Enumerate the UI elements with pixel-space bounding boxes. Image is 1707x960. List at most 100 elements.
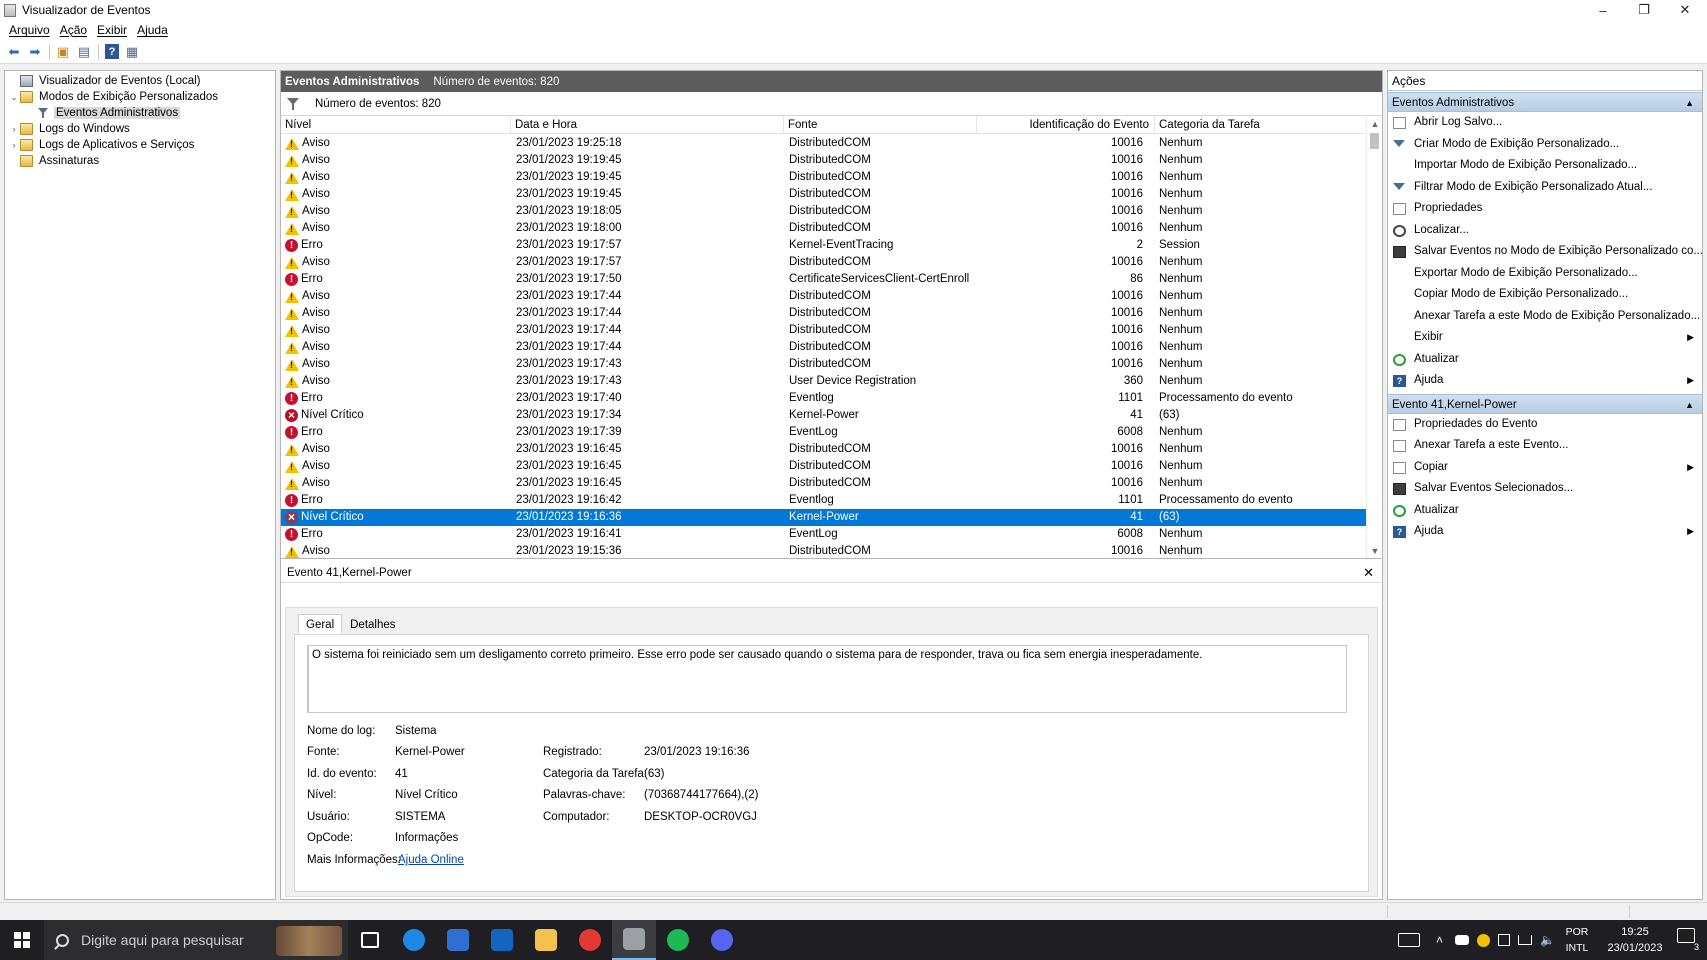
discord-tray-icon[interactable] [1455, 935, 1470, 945]
column-header-task-category[interactable]: Categoria da Tarefa [1155, 116, 1368, 134]
tree-item-subscriptions[interactable]: Assinaturas [5, 153, 275, 169]
keyboard-icon[interactable] [1398, 933, 1420, 947]
table-row[interactable]: Erro 23/01/2023 19:16:42 Eventlog 1101 Proce… [281, 492, 1368, 509]
action-item[interactable]: Localizar... [1388, 220, 1702, 242]
close-button[interactable]: ✕ [1665, 0, 1705, 20]
column-header-event-id[interactable]: Identificação do Evento [977, 116, 1155, 134]
table-row[interactable]: Aviso 23/01/2023 19:25:18 DistributedCOM 10… [281, 135, 1368, 152]
action-item[interactable]: Copiar ▶ [1388, 457, 1702, 479]
table-row[interactable]: Aviso 23/01/2023 19:17:44 DistributedCOM 10… [281, 288, 1368, 305]
scroll-down-icon[interactable]: ▼ [1367, 543, 1382, 558]
taskbar-app[interactable] [700, 920, 744, 960]
details-close-icon[interactable]: ✕ [1363, 565, 1374, 581]
table-row[interactable]: Aviso 23/01/2023 19:19:45 DistributedCOM 10… [281, 152, 1368, 169]
scroll-thumb[interactable] [1370, 133, 1379, 149]
actions-section-header[interactable]: Eventos Administrativos ▲ [1388, 92, 1702, 112]
events-grid[interactable]: Nível Data e Hora Fonte Identificação do… [281, 116, 1382, 559]
event-description[interactable]: O sistema foi reiniciado sem um desligam… [307, 645, 1347, 713]
action-item[interactable]: Exportar Modo de Exibição Personalizado.… [1388, 263, 1702, 285]
chevron-up-icon[interactable]: ˄ [1436, 933, 1443, 947]
taskbar-search[interactable]: Digite aqui para pesquisar [44, 920, 348, 960]
table-row[interactable]: Aviso 23/01/2023 19:18:00 DistributedCOM 10… [281, 220, 1368, 237]
help-icon[interactable]: ? [105, 44, 119, 59]
tray-app-icon[interactable] [1477, 933, 1491, 947]
maximize-button[interactable]: ❐ [1624, 0, 1664, 20]
expand-chevron-icon[interactable]: › [8, 124, 20, 134]
tree-item-administrative-events[interactable]: Eventos Administrativos [5, 105, 275, 121]
action-item[interactable]: Importar Modo de Exibição Personalizado.… [1388, 155, 1702, 177]
table-row[interactable]: Aviso 23/01/2023 19:19:45 DistributedCOM 10… [281, 186, 1368, 203]
network-icon[interactable] [1518, 935, 1533, 945]
tree-item-event-viewer-local[interactable]: Visualizador de Eventos (Local) [5, 73, 275, 89]
menu-ajuda[interactable]: Ajuda [132, 23, 173, 37]
action-item[interactable]: Salvar Eventos Selecionados... [1388, 478, 1702, 500]
notification-center-button[interactable]: 3 [1677, 928, 1699, 952]
table-row[interactable]: Aviso 23/01/2023 19:16:45 DistributedCOM 10… [281, 458, 1368, 475]
action-item[interactable]: Filtrar Modo de Exibição Personalizado A… [1388, 177, 1702, 199]
table-row[interactable]: Aviso 23/01/2023 19:18:05 DistributedCOM 10… [281, 203, 1368, 220]
taskbar-app[interactable] [612, 920, 656, 960]
menu-acao[interactable]: Ação [55, 23, 92, 37]
minimize-button[interactable]: – [1583, 0, 1623, 20]
menu-exibir[interactable]: Exibir [92, 23, 132, 37]
actions-section-header[interactable]: Evento 41,Kernel-Power ▲ [1388, 393, 1702, 415]
table-row[interactable]: Nível Crítico 23/01/2023 19:16:36 Kernel-P… [281, 509, 1368, 526]
collapse-chevron-icon[interactable]: ⌄ [8, 92, 20, 103]
action-item[interactable]: ? Ajuda ▶ [1388, 521, 1702, 543]
table-row[interactable]: Erro 23/01/2023 19:17:57 Kernel-EventTraci… [281, 237, 1368, 254]
table-row[interactable]: Aviso 23/01/2023 19:16:45 DistributedCOM 10… [281, 441, 1368, 458]
back-arrow-icon[interactable]: ⬅ [4, 42, 24, 62]
tab-detalhes[interactable]: Detalhes [342, 614, 403, 634]
column-header-level[interactable]: Nível [281, 116, 511, 134]
action-item[interactable]: ? Ajuda ▶ [1388, 370, 1702, 392]
taskbar-app[interactable] [480, 920, 524, 960]
collapse-section-icon[interactable]: ▲ [1685, 395, 1694, 415]
menu-arquivo[interactable]: Arquivo [4, 23, 55, 37]
taskbar-clock[interactable]: 19:25 23/01/2023 [1603, 924, 1667, 956]
table-row[interactable]: Nível Crítico 23/01/2023 19:17:34 Kernel-P… [281, 407, 1368, 424]
action-item[interactable]: Propriedades [1388, 198, 1702, 220]
action-item[interactable]: Criar Modo de Exibição Personalizado... [1388, 134, 1702, 156]
table-row[interactable]: Erro 23/01/2023 19:16:41 EventLog 6008 Nenhu… [281, 526, 1368, 543]
table-row[interactable]: Aviso 23/01/2023 19:17:44 DistributedCOM 10… [281, 305, 1368, 322]
action-item[interactable]: Atualizar [1388, 500, 1702, 522]
table-row[interactable]: Aviso 23/01/2023 19:17:43 DistributedCOM 10… [281, 356, 1368, 373]
forward-arrow-icon[interactable]: ➡ [25, 42, 45, 62]
action-item[interactable]: Atualizar [1388, 349, 1702, 371]
taskbar-app[interactable] [392, 920, 436, 960]
start-button[interactable] [0, 920, 44, 960]
tree-item-windows-logs[interactable]: › Logs do Windows [5, 121, 275, 137]
action-item[interactable]: Copiar Modo de Exibição Personalizado... [1388, 284, 1702, 306]
table-row[interactable]: Aviso 23/01/2023 19:19:45 DistributedCOM 10… [281, 169, 1368, 186]
action-item[interactable]: Propriedades do Evento [1388, 414, 1702, 436]
grid-scrollbar[interactable]: ▲ ▼ [1366, 116, 1382, 558]
column-header-datetime[interactable]: Data e Hora [511, 116, 784, 134]
online-help-link[interactable]: Ajuda Online [398, 854, 464, 866]
battery-icon[interactable] [1498, 934, 1511, 946]
action-item[interactable]: Exibir ▶ [1388, 327, 1702, 349]
table-row[interactable]: Aviso 23/01/2023 19:17:57 DistributedCOM 10… [281, 254, 1368, 271]
action-item[interactable]: Anexar Tarefa a este Modo de Exibição Pe… [1388, 306, 1702, 328]
console-tree-icon[interactable]: ▤ [74, 42, 94, 62]
taskbar-app[interactable] [524, 920, 568, 960]
taskbar-app[interactable] [568, 920, 612, 960]
table-row[interactable]: Aviso 23/01/2023 19:17:44 DistributedCOM 10… [281, 339, 1368, 356]
collapse-section-icon[interactable]: ▲ [1685, 93, 1694, 113]
taskbar-app[interactable] [436, 920, 480, 960]
column-header-source[interactable]: Fonte [784, 116, 977, 134]
properties-pane-icon[interactable]: ▦ [122, 42, 142, 62]
taskbar-app[interactable] [348, 920, 392, 960]
table-row[interactable]: Erro 23/01/2023 19:17:40 Eventlog 1101 Proce… [281, 390, 1368, 407]
table-row[interactable]: Erro 23/01/2023 19:17:39 EventLog 6008 Nenhu… [281, 424, 1368, 441]
table-row[interactable]: Erro 23/01/2023 19:17:50 CertificateServic… [281, 271, 1368, 288]
taskbar-app[interactable] [656, 920, 700, 960]
table-row[interactable]: Aviso 23/01/2023 19:17:44 DistributedCOM 10… [281, 322, 1368, 339]
table-row[interactable]: Aviso 23/01/2023 19:16:45 DistributedCOM 10… [281, 475, 1368, 492]
action-item[interactable]: Salvar Eventos no Modo de Exibição Perso… [1388, 241, 1703, 263]
scroll-up-icon[interactable]: ▲ [1367, 116, 1382, 132]
tab-geral[interactable]: Geral [298, 614, 343, 634]
tree-item-custom-views[interactable]: ⌄ Modos de Exibição Personalizados [5, 89, 275, 105]
folder-up-icon[interactable]: ▣ [53, 42, 73, 62]
tree-item-app-service-logs[interactable]: › Logs de Aplicativos e Serviços [5, 137, 275, 153]
table-row[interactable]: Aviso 23/01/2023 19:15:36 DistributedCOM 10… [281, 543, 1368, 558]
